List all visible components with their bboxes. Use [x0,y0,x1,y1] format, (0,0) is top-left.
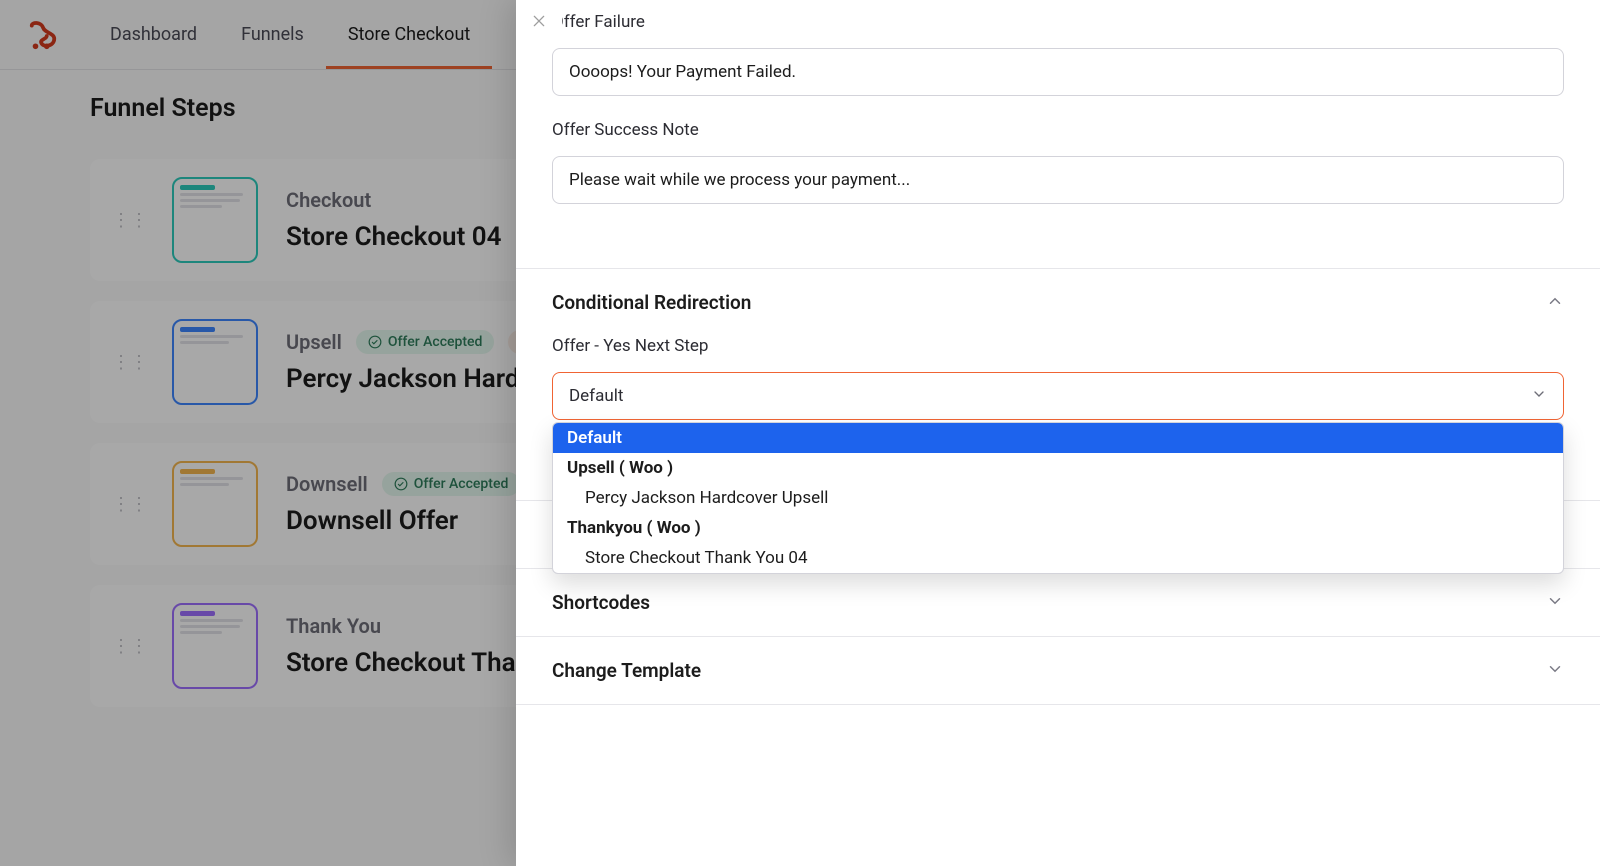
offer-success-note-label: Offer Success Note [552,120,1564,140]
option-default[interactable]: Default [553,423,1563,453]
chevron-down-icon [1546,660,1564,682]
settings-drawer: Offer Failure Offer Success Note Conditi… [516,0,1600,866]
chevron-up-icon [1546,292,1564,314]
yes-next-step-label: Offer - Yes Next Step [552,336,1564,356]
close-button[interactable] [516,0,562,42]
section-toggle-change-template[interactable]: Change Template [516,637,1600,704]
section-title: Change Template [552,659,701,682]
section-title: Shortcodes [552,591,650,614]
yes-next-step-select[interactable]: Default [552,372,1564,420]
option-thankyou-04[interactable]: Store Checkout Thank You 04 [553,543,1563,573]
offer-success-note-input[interactable] [552,156,1564,204]
option-group-upsell: Upsell ( Woo ) [553,453,1563,483]
chevron-down-icon [1531,386,1547,407]
section-toggle-shortcodes[interactable]: Shortcodes [516,569,1600,636]
section-conditional-redirection: Conditional Redirection Offer - Yes Next… [516,268,1600,500]
select-dropdown: Default Upsell ( Woo ) Percy Jackson Har… [552,422,1564,574]
close-icon [531,13,547,29]
option-group-thankyou: Thankyou ( Woo ) [553,513,1563,543]
offer-failure-input[interactable] [552,48,1564,96]
section-toggle-conditional[interactable]: Conditional Redirection [516,269,1600,336]
chevron-down-icon [1546,592,1564,614]
section-title: Conditional Redirection [552,291,751,314]
section-change-template: Change Template [516,636,1600,705]
option-upsell-percy[interactable]: Percy Jackson Hardcover Upsell [553,483,1563,513]
section-shortcodes: Shortcodes [516,568,1600,636]
select-value: Default [569,386,623,406]
offer-failure-label: Offer Failure [552,12,1564,32]
